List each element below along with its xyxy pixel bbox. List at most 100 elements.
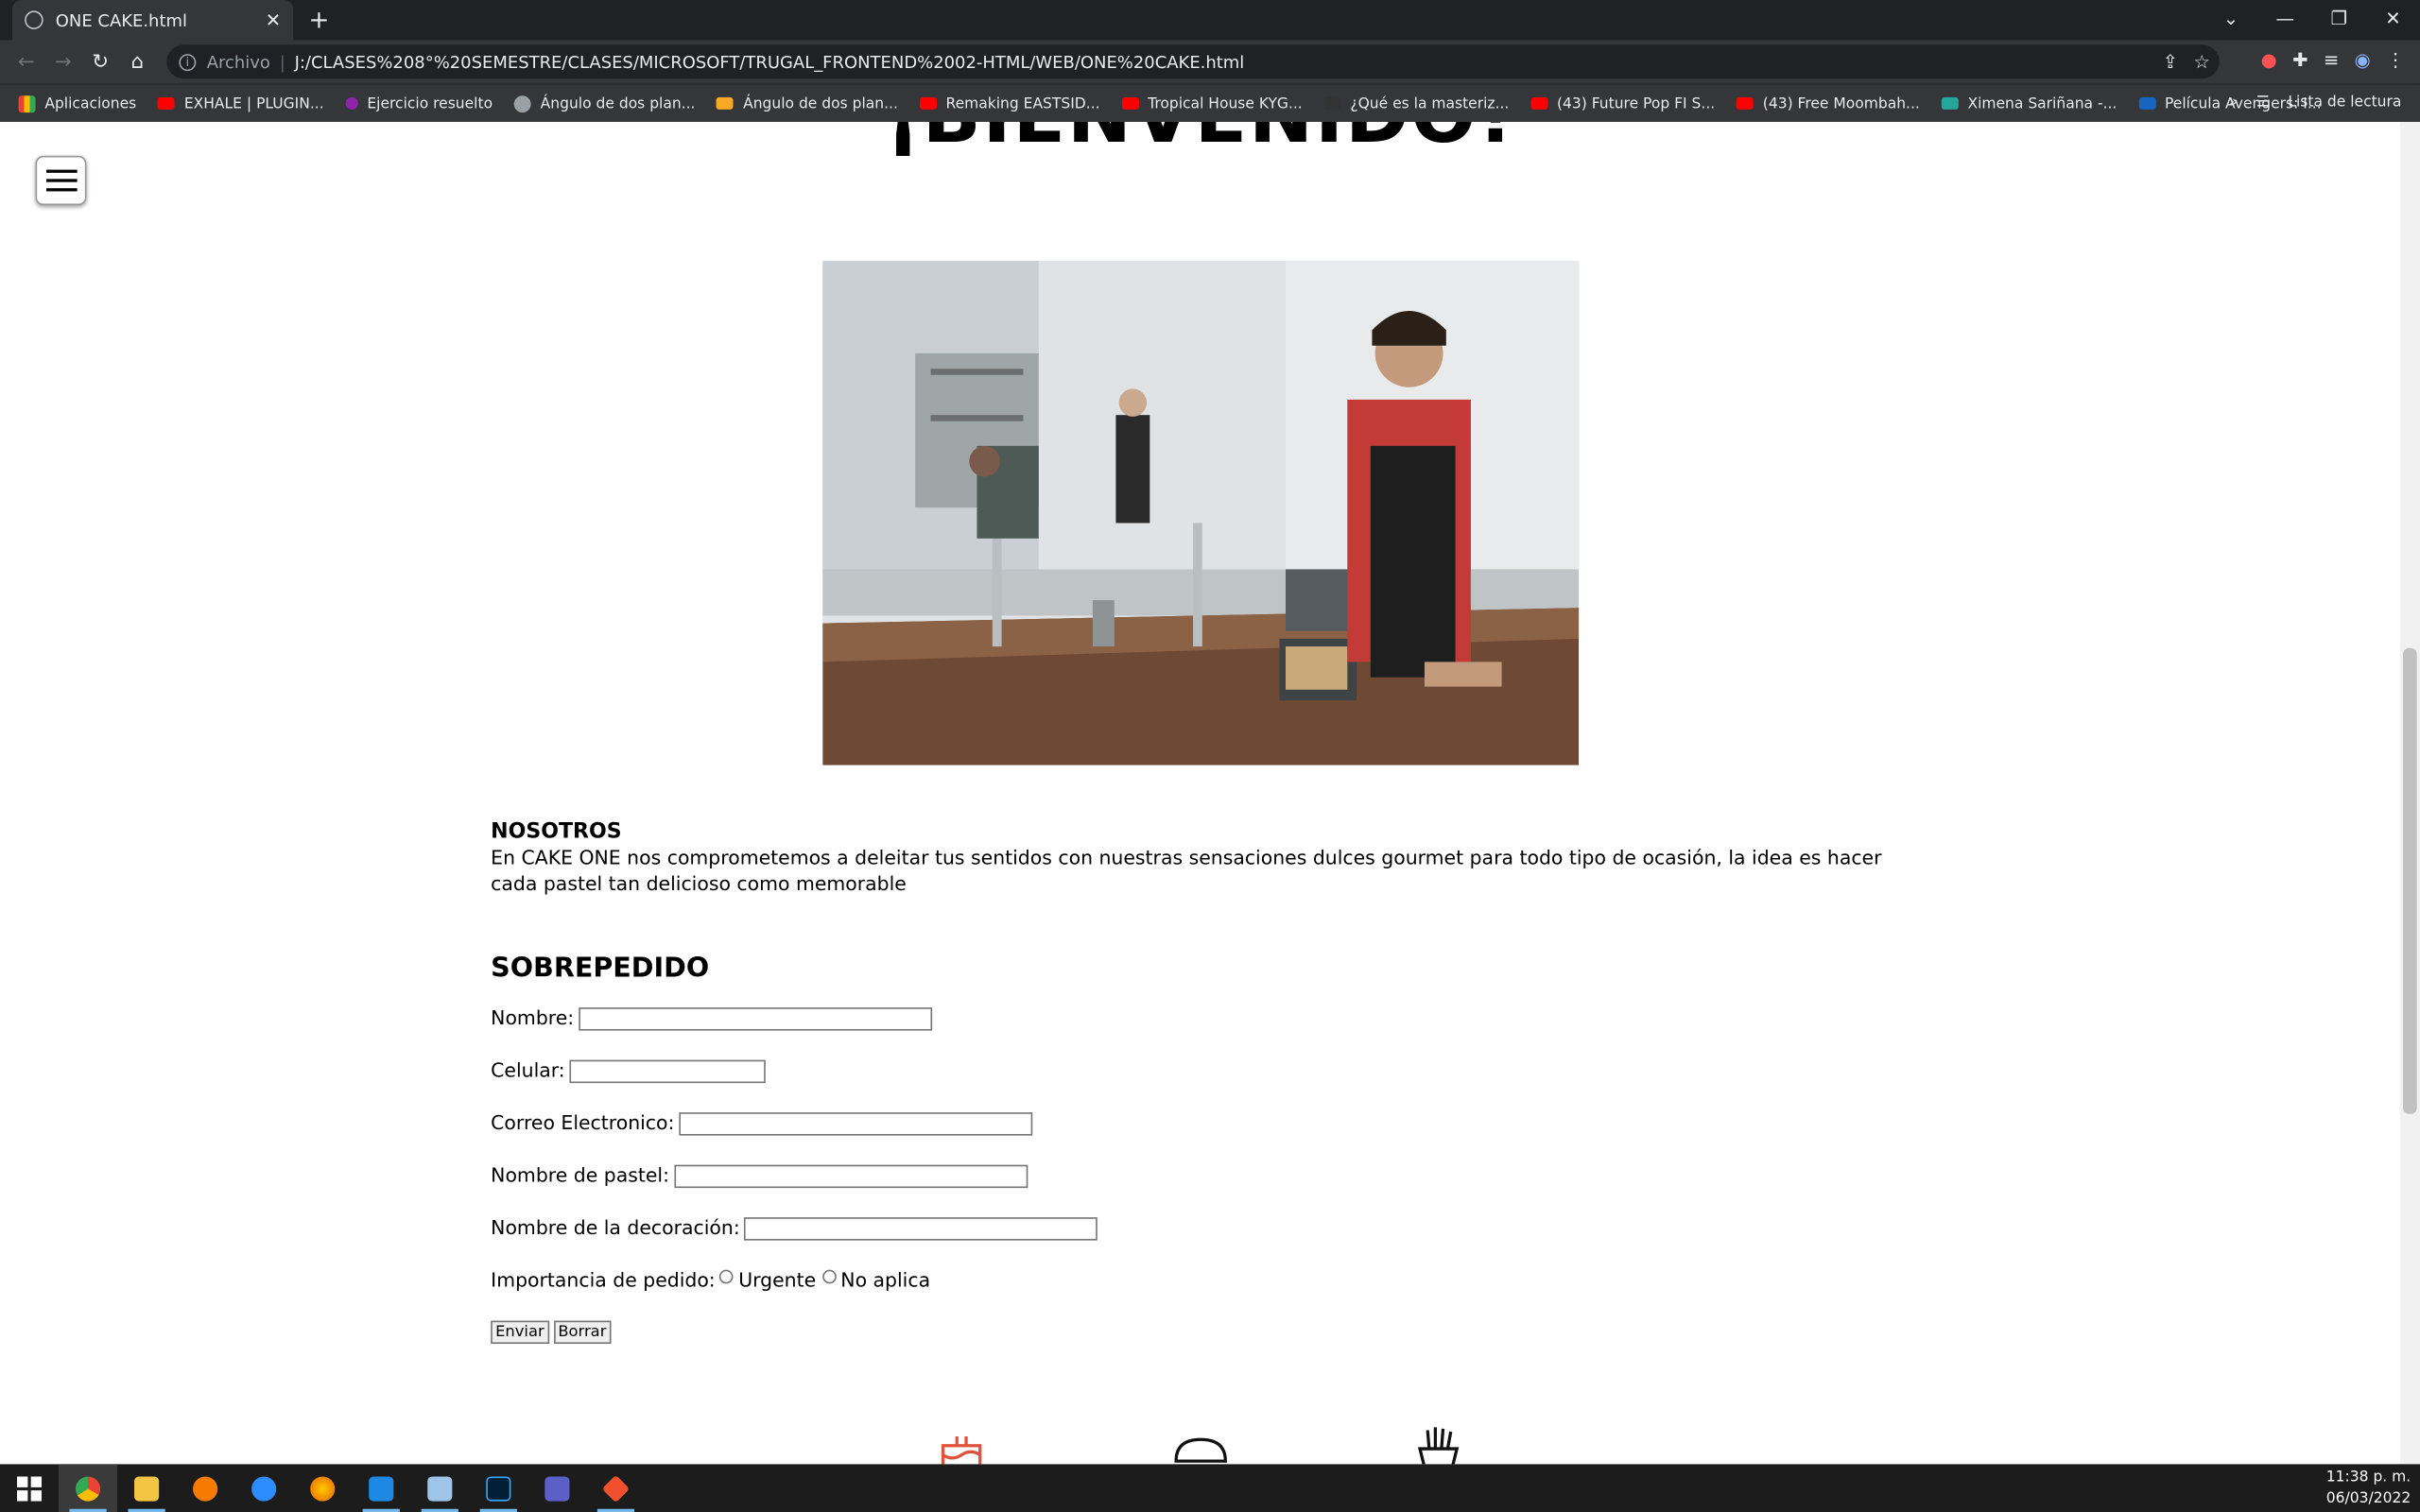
bookmark-item[interactable]: Remaking EASTSID... <box>919 94 1100 112</box>
bookmark-item[interactable]: (43) Future Pop FI S... <box>1530 94 1715 112</box>
scrollbar-thumb[interactable] <box>2403 647 2417 1114</box>
taskbar-vscode[interactable] <box>352 1464 410 1512</box>
home-icon[interactable]: ⌂ <box>119 50 156 73</box>
minimize-button[interactable]: — <box>2258 0 2312 37</box>
bookmarks-bar: Aplicaciones EXHALE | PLUGIN... Ejercici… <box>0 83 2420 122</box>
bookmark-item[interactable]: Ejercicio resuelto <box>345 94 493 112</box>
more-bookmarks-button[interactable]: » <box>2229 94 2238 112</box>
bookmark-item[interactable]: Aplicaciones <box>18 94 136 112</box>
forward-icon[interactable]: → <box>44 50 81 73</box>
cake-name-input[interactable] <box>673 1164 1028 1189</box>
bookmark-item[interactable]: Tropical House KYG... <box>1121 94 1303 112</box>
not-applicable-label: No aplica <box>840 1268 931 1292</box>
close-tab-icon[interactable]: ✕ <box>266 9 281 31</box>
reading-list-button[interactable]: Lista de lectura <box>2288 94 2401 112</box>
menu-kebab-icon[interactable]: ⋮ <box>2386 49 2405 71</box>
burger-icon <box>1174 1437 1227 1463</box>
page-title: ¡BIENVENIDO! <box>0 122 2400 161</box>
buttons-row: Enviar Borrar <box>491 1320 1910 1374</box>
globe-icon <box>25 10 43 30</box>
name-label: Nombre: <box>491 1005 575 1029</box>
taskbar-firefox[interactable] <box>293 1464 352 1512</box>
taskbar-zoom[interactable] <box>234 1464 293 1512</box>
not-applicable-radio[interactable] <box>821 1269 837 1284</box>
puzzle-icon[interactable]: ✚ <box>2292 49 2308 71</box>
taskbar-photoshop[interactable] <box>469 1464 527 1512</box>
new-tab-button[interactable]: + <box>309 5 330 34</box>
bookmark-star-icon[interactable]: ☆ <box>2193 51 2210 73</box>
close-window-button[interactable]: ✕ <box>2366 0 2420 37</box>
name-input[interactable] <box>579 1007 932 1031</box>
windows-logo-icon <box>16 1475 43 1501</box>
fl-studio-icon <box>193 1475 218 1501</box>
extension-icon[interactable]: ● <box>2261 49 2277 71</box>
email-input[interactable] <box>679 1112 1033 1136</box>
youtube-icon <box>1737 96 1754 110</box>
reload-icon[interactable]: ↻ <box>82 50 119 73</box>
system-clock[interactable]: 11:38 p. m. 06/03/2022 <box>2326 1468 2411 1511</box>
urgent-label: Urgente <box>738 1268 817 1292</box>
bookmark-item[interactable]: ¿Qué es la masteriz... <box>1323 94 1509 112</box>
start-button[interactable] <box>0 1464 59 1512</box>
hamburger-menu-button[interactable] <box>35 155 87 206</box>
bakery-counter-image <box>822 260 1580 765</box>
reset-button[interactable]: Borrar <box>553 1320 612 1345</box>
tab-search-icon[interactable]: ⌄ <box>2204 0 2257 37</box>
menu-bar-icon <box>45 169 77 173</box>
share-icon[interactable]: ⇪ <box>2163 51 2178 73</box>
menu-bar-icon <box>45 179 77 182</box>
email-row: Correo Electronico: <box>491 1111 1910 1164</box>
site-icon <box>345 96 358 110</box>
clock-time: 11:38 p. m. <box>2325 1469 2411 1486</box>
decoration-label: Nombre de la decoración: <box>491 1215 740 1240</box>
site-icon <box>1323 96 1341 110</box>
vscode-icon <box>369 1475 394 1501</box>
address-separator: | <box>279 51 285 72</box>
phone-row: Celular: <box>491 1058 1910 1111</box>
cake-row: Nombre de pastel: <box>491 1163 1910 1216</box>
reading-list-icon: ☰ <box>2256 94 2270 112</box>
bookmark-item[interactable]: Ángulo de dos plan... <box>513 94 695 112</box>
chrome-icon <box>75 1475 101 1501</box>
firefox-icon <box>310 1475 336 1501</box>
taskbar-teams[interactable] <box>527 1464 586 1512</box>
taskbar-chrome[interactable] <box>59 1464 118 1512</box>
cake-icon <box>941 1435 982 1465</box>
tab-one-cake[interactable]: ONE CAKE.html ✕ <box>12 0 294 41</box>
about-title: NOSOTROS <box>491 818 622 845</box>
bookmark-item[interactable]: (43) Free Moombah... <box>1737 94 1920 112</box>
url-text[interactable]: J:/CLASES%208°%20SEMESTRE/CLASES/MICROSO… <box>295 52 1245 72</box>
bookmark-item[interactable]: Ángulo de dos plan... <box>717 94 898 112</box>
youtube-icon <box>1530 96 1548 110</box>
vertical-scrollbar[interactable] <box>2399 121 2420 1465</box>
main-content: NOSOTROS En CAKE ONE nos comprometemos a… <box>491 819 1910 1373</box>
address-bar[interactable]: i Archivo | J:/CLASES%208°%20SEMESTRE/CL… <box>166 44 2220 79</box>
taskbar-explorer[interactable] <box>117 1464 176 1512</box>
decoration-input[interactable] <box>744 1217 1098 1241</box>
photoshop-icon <box>486 1475 511 1501</box>
submit-button[interactable]: Enviar <box>491 1320 549 1345</box>
globe-icon <box>513 94 531 112</box>
tab-title: ONE CAKE.html <box>55 9 187 30</box>
taskbar-fl-studio[interactable] <box>176 1464 234 1512</box>
back-icon[interactable]: ← <box>8 50 44 73</box>
windows-taskbar: 11:38 p. m. 06/03/2022 <box>0 1464 2420 1512</box>
phone-label: Celular: <box>491 1057 565 1082</box>
avatar[interactable]: ◉ <box>2355 49 2371 71</box>
youtube-icon <box>1121 96 1139 110</box>
git-icon <box>601 1473 631 1503</box>
bookmark-item[interactable]: EXHALE | PLUGIN... <box>158 94 324 112</box>
bookmark-item[interactable]: Ximena Sariñana -... <box>1941 94 2117 112</box>
priority-label: Importancia de pedido: <box>491 1268 716 1292</box>
urgent-radio[interactable] <box>719 1269 735 1284</box>
taskbar-notepad[interactable] <box>410 1464 469 1512</box>
cake-label: Nombre de pastel: <box>491 1163 669 1187</box>
taskbar-git[interactable] <box>586 1464 645 1512</box>
about-text: En CAKE ONE nos comprometemos a deleitar… <box>491 845 1882 895</box>
info-icon[interactable]: i <box>179 53 197 71</box>
phone-input[interactable] <box>569 1059 766 1084</box>
site-icon <box>2138 96 2156 110</box>
media-icon[interactable]: ≡ <box>2324 49 2339 71</box>
apps-icon <box>18 94 36 112</box>
restore-button[interactable]: ❐ <box>2312 0 2366 37</box>
